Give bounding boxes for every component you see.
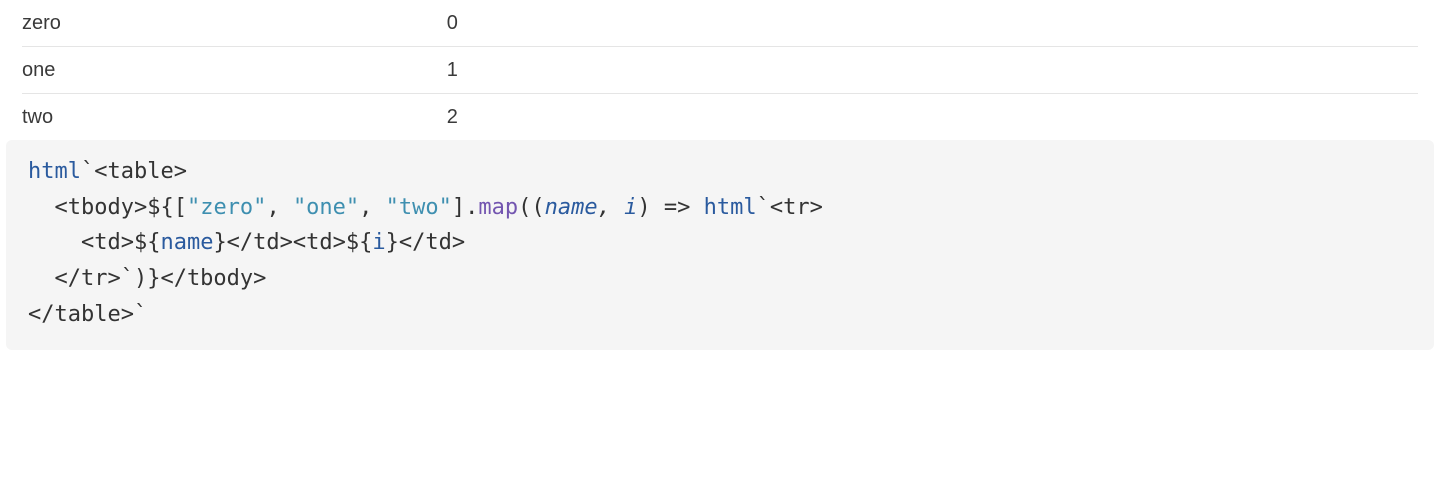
code-content: html`<table> <tbody>${["zero", "one", "t… [28,159,823,327]
row-name: one [22,47,441,94]
data-table: zero0one1two2 [22,0,1418,140]
table-row: zero0 [22,0,1418,47]
data-table-body: zero0one1two2 [22,0,1418,140]
code-block: html`<table> <tbody>${["zero", "one", "t… [6,140,1434,350]
row-name: two [22,94,441,141]
row-index: 1 [441,47,1418,94]
table-row: one1 [22,47,1418,94]
row-index: 2 [441,94,1418,141]
row-index: 0 [441,0,1418,47]
row-name: zero [22,0,441,47]
table-row: two2 [22,94,1418,141]
output-table: zero0one1two2 [0,0,1440,140]
